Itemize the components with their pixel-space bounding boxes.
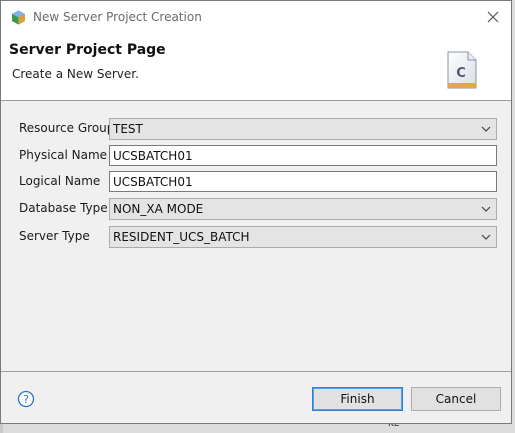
resource-group-label: Resource Group	[19, 121, 115, 135]
svg-text:?: ?	[23, 393, 29, 406]
page-title: Server Project Page	[9, 42, 166, 58]
database-type-label: Database Type	[19, 201, 108, 215]
resource-group-value: TEST	[113, 122, 143, 136]
resource-group-row: Resource Group TEST	[19, 118, 497, 140]
footer-divider	[1, 371, 511, 372]
window-title: New Server Project Creation	[33, 10, 202, 24]
logical-name-row: Logical Name	[19, 171, 497, 193]
physical-name-field[interactable]	[109, 145, 497, 166]
chevron-down-icon	[480, 231, 492, 243]
help-icon[interactable]: ?	[17, 390, 35, 408]
wizard-header: Server Project Page Create a New Server.…	[1, 34, 511, 101]
logical-name-field[interactable]	[109, 171, 497, 192]
cancel-button[interactable]: Cancel	[411, 387, 501, 411]
chevron-down-icon	[480, 203, 492, 215]
server-type-label: Server Type	[19, 229, 90, 243]
physical-name-label: Physical Name	[19, 148, 108, 162]
server-type-row: Server Type RESIDENT_UCS_BATCH	[19, 226, 497, 248]
server-type-select[interactable]: RESIDENT_UCS_BATCH	[109, 226, 497, 248]
title-bar[interactable]: New Server Project Creation	[1, 1, 511, 34]
wizard-icon-letter: C	[456, 66, 466, 81]
server-form: Resource Group TEST Physical Name Logica…	[1, 101, 511, 371]
logical-name-label: Logical Name	[19, 174, 101, 188]
physical-name-row: Physical Name	[19, 145, 497, 167]
new-server-project-dialog: New Server Project Creation Server Proje…	[0, 0, 512, 424]
page-description: Create a New Server.	[12, 67, 139, 81]
chevron-down-icon	[480, 123, 492, 135]
database-type-value: NON_XA MODE	[113, 202, 204, 216]
resource-group-select[interactable]: TEST	[109, 118, 497, 140]
database-type-row: Database Type NON_XA MODE	[19, 198, 497, 220]
wizard-class-file-icon: C	[445, 50, 479, 90]
server-type-value: RESIDENT_UCS_BATCH	[113, 230, 250, 244]
database-type-select[interactable]: NON_XA MODE	[109, 198, 497, 220]
finish-button[interactable]: Finish	[312, 387, 403, 411]
close-icon[interactable]	[483, 7, 503, 27]
app-logo-icon	[11, 10, 26, 25]
